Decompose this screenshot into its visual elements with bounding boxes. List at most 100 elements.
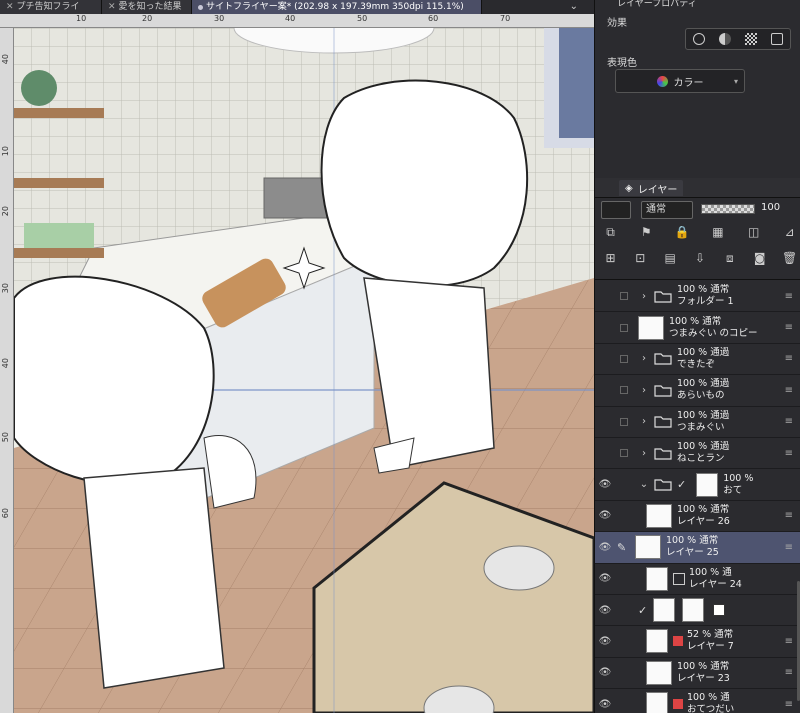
tab-puchi-kokuchi[interactable]: ✕ プチ告知フライ bbox=[0, 0, 102, 14]
drawing-canvas[interactable] bbox=[14, 28, 594, 713]
border-effect-icon[interactable] bbox=[693, 33, 705, 45]
mask-icon[interactable]: ◙ bbox=[752, 251, 767, 266]
chevron-down-icon: ▾ bbox=[733, 76, 738, 86]
property-panel-title: レイヤープロパティ bbox=[617, 0, 697, 9]
ruler-mark: 40 bbox=[285, 14, 296, 23]
eye-icon[interactable]: 👁 bbox=[595, 605, 615, 616]
chevron-right-icon[interactable]: › bbox=[638, 291, 650, 302]
chevron-right-icon[interactable]: › bbox=[638, 448, 650, 459]
layer-checkbox[interactable] bbox=[620, 700, 628, 708]
layer-row[interactable]: 👁 100 % 通おてつだい ≡ bbox=[595, 689, 800, 713]
layer-row[interactable]: 👁 ✓ bbox=[595, 594, 800, 627]
chevron-right-icon[interactable]: › bbox=[638, 385, 650, 396]
layer-row[interactable]: › 100 % 通常 フォルダー 1 ≡ bbox=[595, 281, 800, 313]
new-raster-layer-icon[interactable]: ⊞ bbox=[603, 251, 618, 266]
close-icon[interactable]: ✕ bbox=[6, 0, 14, 14]
tab-site-flyer[interactable]: サイトフライヤー案* (202.98 x 197.39mm 350dpi 115… bbox=[192, 0, 482, 14]
tone-effect-icon[interactable] bbox=[719, 33, 731, 45]
screen-tone-icon[interactable] bbox=[745, 33, 757, 45]
menu-icon[interactable]: ≡ bbox=[785, 667, 793, 678]
chevron-right-icon[interactable]: › bbox=[638, 416, 650, 427]
menu-icon[interactable]: ≡ bbox=[785, 448, 793, 459]
folder-icon bbox=[654, 384, 672, 397]
new-vector-layer-icon[interactable]: ⊡ bbox=[633, 251, 648, 266]
layer-checkbox[interactable] bbox=[620, 417, 628, 426]
trash-icon[interactable]: 🗑 bbox=[782, 251, 797, 266]
canvas-illustration bbox=[14, 28, 594, 713]
layer-row[interactable]: 👁 100 % 通常 レイヤー 23 ≡ bbox=[595, 657, 800, 690]
eye-icon[interactable]: 👁 bbox=[595, 510, 615, 521]
layer-info: 100 % 通レイヤー 24 bbox=[689, 566, 742, 590]
menu-icon[interactable]: ≡ bbox=[785, 291, 793, 302]
clip-icon[interactable]: ⧉ bbox=[603, 225, 618, 240]
layer-row[interactable]: › 100 % 通過 あらいもの ≡ bbox=[595, 375, 800, 407]
eye-icon[interactable]: 👁 bbox=[595, 636, 615, 647]
mask-icon bbox=[713, 604, 726, 617]
menu-icon[interactable]: ≡ bbox=[785, 385, 793, 396]
layer-thumbnail bbox=[646, 660, 672, 685]
layer-checkbox[interactable] bbox=[620, 637, 628, 645]
mask-enable-icon[interactable]: ◫ bbox=[746, 225, 761, 240]
opacity-slider[interactable] bbox=[701, 204, 755, 214]
layer-row[interactable]: 👁 52 % 通常 レイヤー 7 ≡ bbox=[595, 626, 800, 658]
eye-icon[interactable]: 👁 bbox=[595, 479, 615, 490]
layer-checkbox[interactable] bbox=[620, 386, 628, 395]
chevron-right-icon[interactable]: › bbox=[638, 353, 650, 364]
menu-icon[interactable]: ≡ bbox=[785, 542, 793, 553]
layer-checkbox[interactable] bbox=[620, 512, 628, 520]
pen-icon: ✎ bbox=[617, 540, 627, 554]
menu-icon[interactable]: ≡ bbox=[785, 416, 793, 427]
chevron-down-icon[interactable]: ⌄ bbox=[638, 479, 650, 490]
tab-layer[interactable]: ◈ レイヤー bbox=[619, 180, 684, 196]
color-mode-icon bbox=[656, 75, 668, 87]
vertical-ruler: 40 10 20 30 40 50 60 bbox=[0, 28, 14, 713]
layer-row[interactable]: 100 % 通常 つまみぐい のコピー ≡ bbox=[595, 312, 800, 344]
menu-icon[interactable]: ≡ bbox=[785, 699, 793, 710]
ruler-mark: 50 bbox=[1, 432, 10, 443]
layer-checkbox[interactable] bbox=[620, 292, 628, 301]
menu-icon[interactable]: ≡ bbox=[785, 353, 793, 364]
eye-icon[interactable]: 👁 bbox=[595, 667, 615, 678]
layer-row[interactable]: 👁 ⌄ ✓ 100 % おて bbox=[595, 469, 800, 501]
layer-checkbox[interactable] bbox=[620, 575, 628, 583]
chevron-down-icon[interactable]: ⌄ bbox=[570, 0, 578, 14]
eye-icon[interactable]: 👁 bbox=[595, 542, 615, 553]
layer-row-selected[interactable]: 👁 ✎ 100 % 通常 レイヤー 25 ≡ bbox=[595, 532, 800, 564]
new-folder-icon[interactable]: ▤ bbox=[663, 251, 678, 266]
lock-transparency-icon[interactable]: ▦ bbox=[710, 225, 725, 240]
folder-icon bbox=[654, 352, 672, 366]
eye-icon[interactable]: 👁 bbox=[595, 699, 615, 710]
layer-row[interactable]: 👁 100 % 通常 レイヤー 26 ≡ bbox=[595, 500, 800, 533]
menu-icon[interactable]: ≡ bbox=[785, 510, 793, 521]
layer-row[interactable]: › 100 % 通過 つまみぐい ≡ bbox=[595, 406, 800, 438]
layer-row[interactable]: 👁 100 % 通レイヤー 24 bbox=[595, 563, 800, 595]
blend-mode-select[interactable]: 通常 bbox=[641, 201, 693, 219]
layer-checkbox[interactable] bbox=[620, 323, 628, 332]
layer-row[interactable]: › 100 % 通過 できたぞ ≡ bbox=[595, 343, 800, 376]
ruler-mark: 60 bbox=[1, 508, 10, 519]
layer-checkbox[interactable] bbox=[620, 354, 628, 363]
ruler-enable-icon[interactable]: ⊿ bbox=[782, 225, 797, 240]
layer-color-square[interactable] bbox=[601, 201, 631, 219]
layer-thumbnail bbox=[646, 503, 672, 528]
layer-checkbox[interactable] bbox=[620, 606, 628, 614]
lock-icon[interactable]: 🔒 bbox=[675, 225, 690, 240]
layer-color-icon[interactable] bbox=[771, 33, 783, 45]
tab-ai-wo-shitta[interactable]: ✕ 愛を知った結果 bbox=[102, 0, 192, 14]
layer-tab-label: レイヤー bbox=[637, 184, 678, 196]
layer-checkbox[interactable] bbox=[620, 481, 628, 489]
close-icon[interactable]: ✕ bbox=[108, 0, 116, 14]
layer-checkbox[interactable] bbox=[620, 669, 628, 677]
eye-icon[interactable]: 👁 bbox=[595, 573, 615, 584]
layer-info: 100 % 通常 レイヤー 25 bbox=[666, 535, 719, 559]
reference-icon[interactable]: ⚑ bbox=[639, 225, 654, 240]
transfer-down-icon[interactable]: ⇩ bbox=[692, 251, 707, 266]
menu-icon[interactable]: ≡ bbox=[785, 322, 793, 333]
layer-checkbox[interactable] bbox=[620, 449, 628, 458]
combine-icon[interactable]: ⧈ bbox=[722, 251, 737, 266]
layer-row[interactable]: › 100 % 通過 ねことラン ≡ bbox=[595, 437, 800, 470]
layer-toolbar: 通常 100 ⧉ ⚑ 🔒 ▦ ◫ ⊿ ⊞ ⊡ ▤ ⇩ ⧈ ◙ 🗑 bbox=[595, 198, 800, 280]
ruler-mark: 30 bbox=[214, 14, 225, 23]
menu-icon[interactable]: ≡ bbox=[785, 636, 793, 647]
expression-color-select[interactable]: カラー ▾ bbox=[615, 69, 745, 93]
